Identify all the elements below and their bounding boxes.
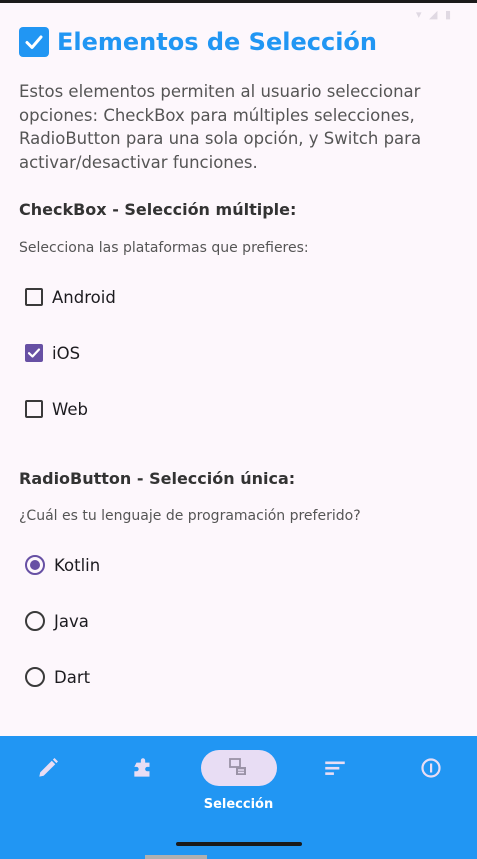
radio-section-subtitle: ¿Cuál es tu lenguaje de programación pre… <box>19 508 361 524</box>
checkbox-ios[interactable]: iOS <box>25 341 80 365</box>
radio-selected-icon[interactable] <box>25 555 45 575</box>
intro-text: Estos elementos permiten al usuario sele… <box>19 82 422 172</box>
nav-label-seleccion: Selección <box>203 797 274 812</box>
checkbox-label: Web <box>52 399 88 419</box>
checkbox-section-title: CheckBox - Selección múltiple: <box>19 200 297 219</box>
page-title: Elementos de Selección <box>19 25 377 59</box>
nav-item-list[interactable] <box>287 736 382 859</box>
selection-icon <box>228 758 246 775</box>
status-bar: ▾ ◢ ▮ <box>0 3 477 25</box>
radio-label: Dart <box>54 667 91 687</box>
nav-item-edit[interactable] <box>0 736 95 859</box>
checkbox-android[interactable]: Android <box>25 285 116 309</box>
checkbox-label: Android <box>52 287 116 307</box>
list-icon <box>324 761 345 775</box>
radio-label: Kotlin <box>54 555 101 575</box>
radio-unselected-icon[interactable] <box>25 611 45 631</box>
checkbox-web[interactable]: Web <box>25 397 88 421</box>
radio-dart[interactable]: Dart <box>25 665 90 689</box>
checkbox-unchecked-icon[interactable] <box>25 400 43 418</box>
bottom-navigation: Selección <box>0 736 477 859</box>
page-title-text: Elementos de Selección <box>57 28 378 56</box>
radio-label: Java <box>54 611 89 631</box>
nav-item-extension[interactable] <box>95 736 190 859</box>
checkbox-unchecked-icon[interactable] <box>25 288 43 306</box>
nav-item-info[interactable] <box>383 736 477 859</box>
checkbox-label: iOS <box>52 343 81 363</box>
radio-java[interactable]: Java <box>25 609 89 633</box>
checkbox-section-subtitle: Selecciona las plataformas que prefieres… <box>19 240 309 256</box>
nav-item-seleccion[interactable]: Selección <box>191 736 286 859</box>
checkbox-checked-icon[interactable] <box>25 344 43 362</box>
radio-section-title: RadioButton - Selección única: <box>19 469 296 488</box>
bottom-edge-strip <box>145 855 207 859</box>
pencil-icon <box>38 758 58 777</box>
radio-unselected-icon[interactable] <box>25 667 45 687</box>
status-icons: ▾ ◢ ▮ <box>415 8 453 21</box>
home-indicator[interactable] <box>176 842 302 846</box>
extension-icon <box>133 758 149 777</box>
checkbox-emoji-icon <box>19 27 49 57</box>
radio-kotlin[interactable]: Kotlin <box>25 553 100 577</box>
info-icon <box>420 758 441 778</box>
